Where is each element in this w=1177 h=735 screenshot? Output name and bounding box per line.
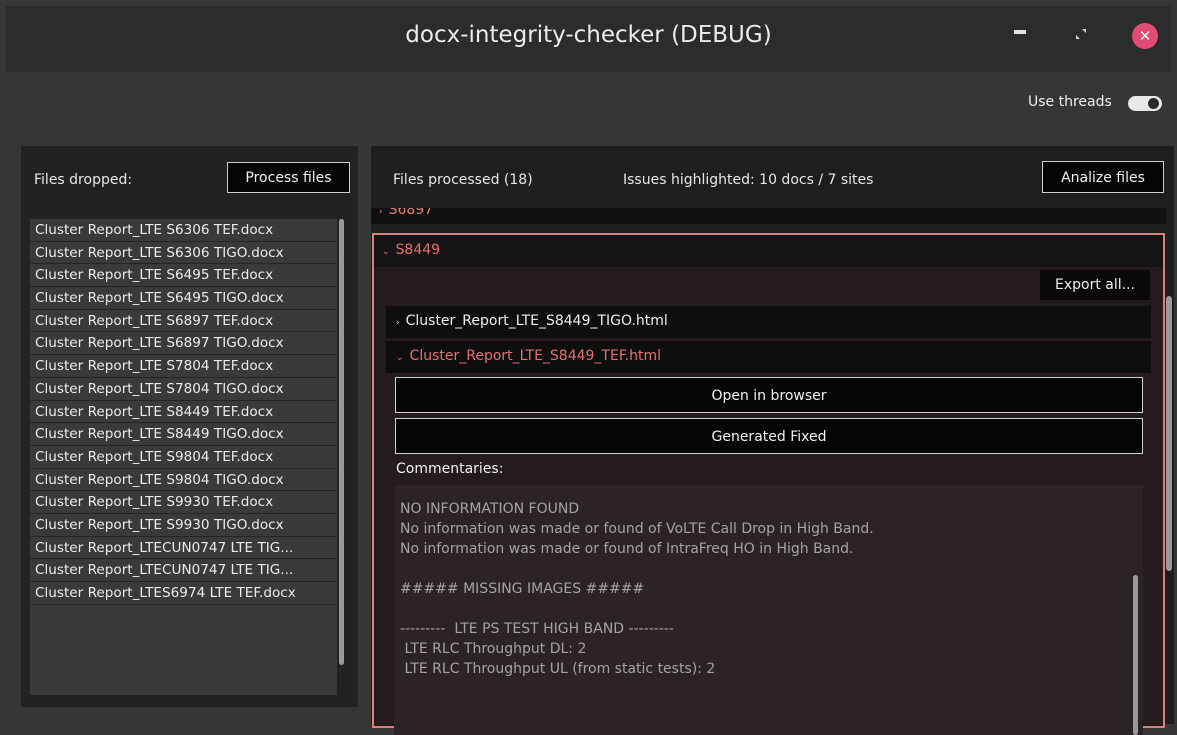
file-row-label: ⌄ Cluster_Report_LTE_S8449_TEF.html — [396, 348, 661, 364]
title-bar: docx-integrity-checker (DEBUG) ✕ — [6, 6, 1171, 72]
file-row-tigo[interactable]: › Cluster_Report_LTE_S8449_TIGO.html — [386, 306, 1151, 338]
list-item[interactable]: Cluster Report_LTECUN0747 LTE TIG... — [30, 537, 337, 560]
section-s8449: ⌄ S8449 Export all... › Cluster_Report_LTE… — [372, 233, 1165, 735]
list-item[interactable]: Cluster Report_LTE S7804 TEF.docx — [30, 355, 337, 378]
list-item[interactable]: Cluster Report_LTES6974 LTE TEF.docx — [30, 582, 337, 605]
files-list-scrollbar[interactable] — [339, 219, 344, 665]
processed-panel-scrollbar[interactable] — [1166, 296, 1172, 571]
list-item[interactable]: Cluster Report_LTE S6495 TEF.docx — [30, 264, 337, 288]
maximize-icon[interactable] — [1074, 27, 1088, 41]
issues-highlighted-label: Issues highlighted: 10 docs / 7 sites — [623, 172, 874, 188]
section-header-s6897[interactable]: › S6897 — [371, 208, 1166, 224]
toggle-knob — [1148, 98, 1159, 109]
list-item[interactable]: Cluster Report_LTE S6495 TIGO.docx — [30, 287, 337, 310]
list-item[interactable]: Cluster Report_LTE S6897 TEF.docx — [30, 310, 337, 333]
list-item[interactable]: Cluster Report_LTE S6306 TIGO.docx — [30, 242, 337, 265]
commentaries-label: Commentaries: — [396, 461, 504, 477]
chevron-down-icon: ⌄ — [396, 353, 404, 363]
chevron-down-icon: ⌄ — [382, 247, 390, 257]
section-label-s6897: › S6897 — [379, 208, 434, 218]
files-processed-panel: Files processed (18) Issues highlighted:… — [371, 146, 1174, 735]
list-item[interactable]: Cluster Report_LTE S9930 TEF.docx — [30, 491, 337, 514]
list-item[interactable]: Cluster Report_LTE S6897 TIGO.docx — [30, 332, 337, 356]
commentaries-textarea[interactable]: NO INFORMATION FOUND No information was … — [394, 485, 1143, 735]
use-threads-toggle[interactable] — [1128, 96, 1162, 111]
commentaries-scrollbar[interactable] — [1133, 575, 1138, 735]
list-item[interactable]: Cluster Report_LTE S6306 TEF.docx — [30, 219, 337, 242]
section-header-s8449[interactable]: ⌄ S8449 — [374, 235, 1163, 267]
files-dropped-panel: Files dropped: Process files Cluster Rep… — [21, 146, 358, 707]
list-item[interactable]: Cluster Report_LTECUN0747 LTE TIG... — [30, 559, 337, 582]
files-dropped-label: Files dropped: — [34, 172, 133, 188]
close-icon[interactable]: ✕ — [1132, 23, 1158, 49]
dropped-files-list: Cluster Report_LTE S6306 TEF.docx Cluster… — [30, 219, 337, 695]
file-row-tef[interactable]: ⌄ Cluster_Report_LTE_S8449_TEF.html — [386, 341, 1151, 373]
open-in-browser-button[interactable]: Open in browser — [395, 377, 1143, 413]
list-item[interactable]: Cluster Report_LTE S8449 TIGO.docx — [30, 423, 337, 446]
section-label-s8449: ⌄ S8449 — [382, 242, 441, 258]
window-title: docx-integrity-checker (DEBUG) — [405, 22, 772, 48]
files-processed-label: Files processed (18) — [393, 172, 533, 188]
list-item[interactable]: Cluster Report_LTE S9804 TEF.docx — [30, 446, 337, 469]
list-item[interactable]: Cluster Report_LTE S8449 TEF.docx — [30, 401, 337, 424]
chevron-right-icon: › — [379, 208, 383, 217]
use-threads-label: Use threads — [1028, 94, 1112, 110]
file-row-label: › Cluster_Report_LTE_S8449_TIGO.html — [396, 313, 668, 329]
chevron-right-icon: › — [396, 318, 400, 328]
commentaries-text: NO INFORMATION FOUND No information was … — [400, 501, 874, 677]
minimize-icon[interactable] — [1014, 30, 1026, 34]
analize-files-button[interactable]: Analize files — [1042, 161, 1164, 193]
process-files-button[interactable]: Process files — [227, 162, 350, 193]
export-all-button[interactable]: Export all... — [1040, 270, 1150, 300]
list-item[interactable]: Cluster Report_LTE S7804 TIGO.docx — [30, 378, 337, 401]
generated-fixed-button[interactable]: Generated Fixed — [395, 418, 1143, 454]
list-item[interactable]: Cluster Report_LTE S9804 TIGO.docx — [30, 469, 337, 492]
list-item[interactable]: Cluster Report_LTE S9930 TIGO.docx — [30, 514, 337, 537]
